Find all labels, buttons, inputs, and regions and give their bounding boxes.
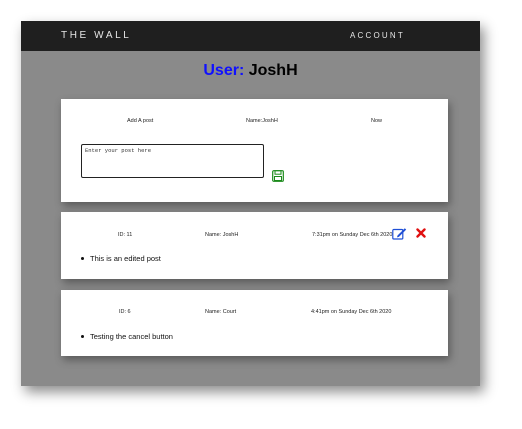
- app-window: THE WALL ACCOUNT User: JoshH Add A post …: [21, 21, 480, 386]
- post-body-item: This is an edited post: [81, 254, 161, 263]
- user-name: JoshH: [248, 62, 298, 79]
- add-post-author: Name:JoshH: [246, 118, 278, 124]
- edit-icon[interactable]: [392, 227, 407, 240]
- account-link[interactable]: ACCOUNT: [350, 31, 405, 40]
- add-post-title: Add A post: [127, 118, 154, 124]
- post-input[interactable]: [81, 144, 264, 178]
- brand-logo[interactable]: THE WALL: [61, 30, 131, 41]
- post-body-text: This is an edited post: [90, 254, 161, 263]
- post-card: ID: 11 Name: JoshH 7:31pm on Sunday Dec …: [61, 212, 448, 279]
- post-id: ID: 6: [119, 309, 131, 315]
- post-time: 4:41pm on Sunday Dec 6th 2020: [311, 309, 392, 315]
- post-author: Name: JoshH: [205, 232, 239, 238]
- post-body-item: Testing the cancel button: [81, 332, 173, 341]
- post-body-text: Testing the cancel button: [90, 332, 173, 341]
- top-navbar: THE WALL ACCOUNT: [21, 21, 480, 51]
- add-post-time: Now: [371, 118, 383, 124]
- user-heading: User: JoshH: [21, 62, 480, 80]
- user-label: User:: [203, 62, 245, 79]
- post-time: 7:31pm on Sunday Dec 6th 2020: [312, 232, 393, 238]
- bullet-icon: [81, 256, 84, 260]
- post-author: Name: Court: [205, 309, 237, 315]
- post-card: ID: 6 Name: Court 4:41pm on Sunday Dec 6…: [61, 290, 448, 356]
- save-icon[interactable]: [272, 170, 284, 182]
- bullet-icon: [81, 334, 84, 338]
- post-id: ID: 11: [118, 232, 133, 238]
- add-post-card: Add A post Name:JoshH Now: [61, 99, 448, 202]
- delete-icon[interactable]: [416, 228, 426, 238]
